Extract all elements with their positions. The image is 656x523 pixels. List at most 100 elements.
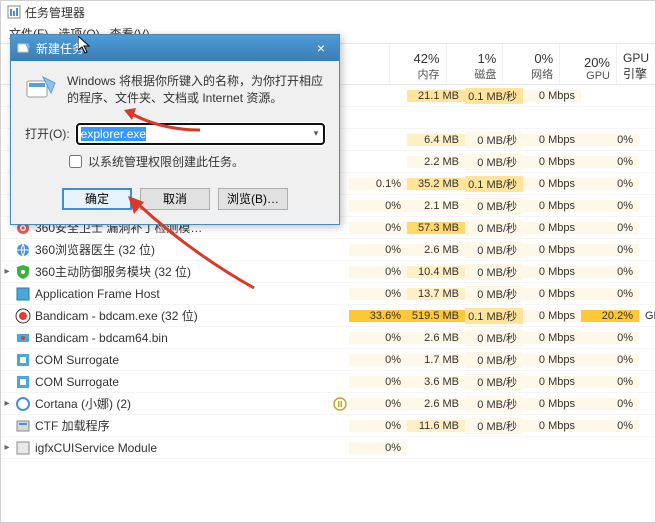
disk-cell: 0 MB/秒 [465,330,523,346]
process-name: CTF 加载程序 [35,417,331,434]
window-title: 任务管理器 [25,4,85,21]
disk-cell: 0 MB/秒 [465,242,523,258]
process-name: Bandicam - bdcam.exe (32 位) [35,307,331,324]
memory-cell: 2.2 MB [407,156,465,168]
gpu-cell: 0% [581,156,639,168]
cpu-cell: 0.1% [349,178,407,190]
col-network[interactable]: 0%网络 [503,44,560,84]
gpu-cell: 0% [581,398,639,410]
process-name: 360主动防御服务模块 (32 位) [35,263,331,280]
gpu-cell: 0% [581,222,639,234]
disk-cell: 0 MB/秒 [465,154,523,170]
expand-toggle[interactable]: ▸ [1,266,13,277]
memory-cell: 2.1 MB [407,200,465,212]
col-gpu-engine[interactable]: GPU 引擎 [617,44,655,84]
disk-cell: 0 MB/秒 [465,264,523,280]
process-icon [15,440,31,456]
table-row[interactable]: ▸Cortana (小娜) (2)0%2.6 MB0 MB/秒0 Mbps0% [1,393,655,415]
network-cell: 0 Mbps [523,156,581,168]
gpu-cell: 0% [581,288,639,300]
memory-cell: 21.1 MB [407,90,465,102]
run-dialog: 新建任务 × Windows 将根据你所键入的名称，为你打开相应的程序、文件夹、… [10,34,340,225]
cpu-cell: 0% [349,354,407,366]
memory-cell: 3.6 MB [407,376,465,388]
disk-cell: 0 MB/秒 [465,198,523,214]
gpu-cell: 0% [581,332,639,344]
memory-cell: 13.7 MB [407,288,465,300]
network-cell: 0 Mbps [523,90,581,102]
memory-cell: 10.4 MB [407,266,465,278]
gpu-cell: 0% [581,244,639,256]
gpu-cell: 0% [581,354,639,366]
table-row[interactable]: COM Surrogate0%1.7 MB0 MB/秒0 Mbps0% [1,349,655,371]
dialog-body: Windows 将根据你所键入的名称，为你打开相应的程序、文件夹、文档或 Int… [11,61,339,224]
network-cell: 0 Mbps [523,222,581,234]
cpu-cell: 0% [349,398,407,410]
table-row[interactable]: Bandicam - bdcam64.bin0%2.6 MB0 MB/秒0 Mb… [1,327,655,349]
disk-cell: 0 MB/秒 [465,418,523,434]
table-row[interactable]: ▸360主动防御服务模块 (32 位)0%10.4 MB0 MB/秒0 Mbps… [1,261,655,283]
open-combobox[interactable]: ▾ [76,123,325,145]
gpu-cell: 0% [581,178,639,190]
cpu-cell: 0% [349,200,407,212]
table-row[interactable]: CTF 加载程序0%11.6 MB0 MB/秒0 Mbps0% [1,415,655,437]
close-icon[interactable]: × [309,40,333,56]
run-large-icon [25,73,57,105]
network-cell: 0 Mbps [523,376,581,388]
process-name: Application Frame Host [35,287,331,301]
cpu-cell: 0% [349,244,407,256]
process-name: Cortana (小娜) (2) [35,395,331,412]
col-memory[interactable]: 42%内存 [390,44,447,84]
dialog-message: Windows 将根据你所键入的名称，为你打开相应的程序、文件夹、文档或 Int… [67,73,325,107]
network-cell: 0 Mbps [523,200,581,212]
open-label: 打开(O): [25,125,70,142]
chevron-down-icon[interactable]: ▾ [308,124,324,144]
process-icon [15,330,31,346]
process-icon [15,242,31,258]
table-row[interactable]: COM Surrogate0%3.6 MB0 MB/秒0 Mbps0% [1,371,655,393]
network-cell: 0 Mbps [523,310,581,322]
gpu-cell: 0% [581,376,639,388]
gpu-cell: 0% [581,200,639,212]
table-row[interactable]: 360浏览器医生 (32 位)0%2.6 MB0 MB/秒0 Mbps0% [1,239,655,261]
admin-checkbox[interactable] [69,155,82,168]
gpu-cell: 20.2% [581,310,639,322]
gpu-cell: 0% [581,420,639,432]
gpu-engine-cell: GPU 1 - Video E [639,310,655,322]
disk-cell: 0 MB/秒 [465,396,523,412]
process-name: 360浏览器医生 (32 位) [35,241,331,258]
app-icon [7,5,21,19]
network-cell: 0 Mbps [523,398,581,410]
ok-button[interactable]: 确定 [62,188,132,210]
col-disk[interactable]: 1%磁盘 [447,44,504,84]
table-row[interactable]: ▸igfxCUIService Module0% [1,437,655,459]
titlebar: 任务管理器 [1,1,655,23]
cpu-cell: 0% [349,288,407,300]
disk-cell: 0.1 MB/秒 [465,88,523,104]
disk-cell: 0 MB/秒 [465,286,523,302]
col-gpu[interactable]: 20%GPU [560,44,617,84]
dialog-titlebar[interactable]: 新建任务 × [11,35,339,61]
memory-cell: 519.5 MB [407,310,465,322]
cpu-cell: 0% [349,442,407,454]
expand-toggle[interactable]: ▸ [1,442,13,453]
browse-button[interactable]: 浏览(B)… [218,188,288,210]
cancel-button[interactable]: 取消 [140,188,210,210]
process-icon [15,352,31,368]
col-cpu[interactable] [333,44,390,84]
memory-cell: 57.3 MB [407,222,465,234]
expand-toggle[interactable]: ▸ [1,398,13,409]
process-icon [15,308,31,324]
memory-cell: 1.7 MB [407,354,465,366]
memory-cell: 35.2 MB [407,178,465,190]
cpu-cell: 0% [349,266,407,278]
table-row[interactable]: Bandicam - bdcam.exe (32 位)33.6%519.5 MB… [1,305,655,327]
table-row[interactable]: Application Frame Host0%13.7 MB0 MB/秒0 M… [1,283,655,305]
process-name: COM Surrogate [35,353,331,367]
cpu-cell: 0% [349,222,407,234]
process-icon [15,286,31,302]
memory-cell: 6.4 MB [407,134,465,146]
process-name: Bandicam - bdcam64.bin [35,331,331,345]
open-input[interactable] [76,123,325,145]
disk-cell: 0 MB/秒 [465,374,523,390]
